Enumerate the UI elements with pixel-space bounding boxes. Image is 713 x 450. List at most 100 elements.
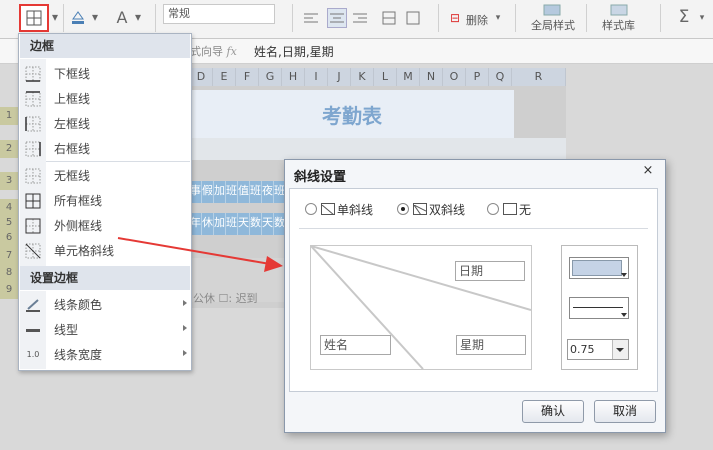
- border-button[interactable]: [19, 4, 49, 32]
- menu-item-label: 右框线: [54, 142, 91, 156]
- option-label: 双斜线: [429, 202, 466, 217]
- option-none[interactable]: 无: [487, 200, 531, 218]
- column-header[interactable]: O: [443, 68, 466, 86]
- delete-dropdown-icon[interactable]: ▾: [494, 12, 502, 24]
- option-double-diagonal[interactable]: 双斜线: [397, 200, 465, 218]
- submenu-arrow-icon: [183, 300, 187, 306]
- header-cell[interactable]: 夜: [262, 181, 274, 203]
- column-header[interactable]: N: [420, 68, 443, 86]
- menu-item-cell-diagonal[interactable]: 单元格斜线: [20, 238, 190, 263]
- menu-item-line-width[interactable]: 1.0 线条宽度: [20, 342, 190, 367]
- global-style-label[interactable]: 全局样式: [531, 17, 575, 33]
- menu-item-border-top[interactable]: 上框线: [20, 86, 190, 111]
- radio-double[interactable]: [397, 203, 409, 215]
- option-single-diagonal[interactable]: 单斜线: [305, 200, 373, 218]
- header-cell[interactable]: 天: [262, 213, 274, 235]
- week-field[interactable]: 星期: [456, 335, 526, 355]
- column-header[interactable]: R: [512, 68, 566, 86]
- column-header[interactable]: P: [466, 68, 489, 86]
- divider: [299, 228, 648, 229]
- line-type-picker[interactable]: [569, 297, 629, 319]
- menu-item-line-color[interactable]: 线条颜色: [20, 292, 190, 317]
- header-cell[interactable]: 值: [238, 181, 250, 203]
- menu-section-set-border: 设置边框: [20, 266, 190, 290]
- menu-item-border-right[interactable]: 右框线: [20, 136, 190, 161]
- footer-text: 公休: [193, 292, 215, 305]
- column-header[interactable]: E: [213, 68, 236, 86]
- align-left-icon[interactable]: [303, 10, 319, 26]
- delete-label[interactable]: 删除: [466, 12, 488, 28]
- line-width-select[interactable]: 0.75: [567, 339, 629, 360]
- column-header[interactable]: L: [374, 68, 397, 86]
- row-number[interactable]: 3: [0, 172, 18, 190]
- merge-cells-icon[interactable]: [381, 10, 397, 26]
- header-cell[interactable]: 班: [226, 213, 238, 235]
- menu-item-border-outside[interactable]: 外侧框线: [20, 213, 190, 238]
- formula-input[interactable]: 姓名,日期,星期: [254, 43, 334, 60]
- line-color-picker[interactable]: [569, 257, 629, 279]
- delete-icon[interactable]: ⊟: [447, 10, 463, 26]
- name-field[interactable]: 姓名: [320, 335, 391, 355]
- more-dropdown-icon[interactable]: ▾: [697, 12, 707, 24]
- row-number[interactable]: 1: [0, 107, 18, 125]
- radio-none[interactable]: [487, 203, 499, 215]
- menu-item-border-left[interactable]: 左框线: [20, 111, 190, 136]
- align-center-icon[interactable]: [327, 8, 347, 28]
- menu-item-border-all[interactable]: 所有框线: [20, 188, 190, 213]
- column-header[interactable]: D: [190, 68, 213, 86]
- column-header[interactable]: K: [351, 68, 374, 86]
- line-width-value: 0.75: [570, 343, 595, 356]
- radio-single[interactable]: [305, 203, 317, 215]
- header-cell[interactable]: 班: [250, 181, 262, 203]
- global-style-icon[interactable]: [542, 2, 562, 18]
- column-header[interactable]: M: [397, 68, 420, 86]
- line-sample: [573, 307, 623, 308]
- column-header[interactable]: F: [236, 68, 259, 86]
- column-header[interactable]: I: [305, 68, 328, 86]
- number-format-select[interactable]: 常规: [163, 4, 275, 24]
- wrap-text-icon[interactable]: [405, 10, 421, 26]
- header-cell[interactable]: 休: [202, 213, 214, 235]
- row-number[interactable]: 2: [0, 140, 18, 158]
- cell-diagonal-icon: [24, 242, 42, 260]
- option-label: 单斜线: [337, 202, 374, 217]
- chevron-down-icon: [621, 313, 627, 317]
- row-number[interactable]: 6: [0, 229, 18, 247]
- menu-item-line-style[interactable]: 线型: [20, 317, 190, 342]
- header-cell[interactable]: 加: [214, 213, 226, 235]
- column-header[interactable]: H: [282, 68, 305, 86]
- align-right-icon[interactable]: [352, 10, 368, 26]
- header-cell[interactable]: 天: [238, 213, 250, 235]
- formula-wizard-label[interactable]: 式向导 fx: [190, 43, 237, 59]
- ok-button[interactable]: 确认: [522, 400, 584, 423]
- row-number[interactable]: 8: [0, 264, 18, 282]
- fill-color-icon[interactable]: [69, 8, 87, 26]
- style-library-label[interactable]: 样式库: [602, 17, 635, 33]
- fill-dropdown-arrow-icon[interactable]: ▾: [90, 10, 100, 24]
- menu-item-label: 无框线: [54, 169, 91, 183]
- menu-item-border-none[interactable]: 无框线: [20, 163, 190, 188]
- close-icon[interactable]: ×: [640, 163, 656, 179]
- fx-icon: fx: [226, 45, 237, 58]
- cancel-button[interactable]: 取消: [594, 400, 656, 423]
- header-cell[interactable]: 加: [214, 181, 226, 203]
- header-cell[interactable]: 假: [202, 181, 214, 203]
- border-dropdown-arrow-icon[interactable]: ▾: [50, 10, 60, 24]
- sheet-title-cell[interactable]: 考勤表: [190, 90, 514, 138]
- date-field[interactable]: 日期: [455, 261, 525, 281]
- chevron-down-icon[interactable]: [612, 340, 628, 359]
- header-cell[interactable]: 班: [226, 181, 238, 203]
- footer-cell[interactable]: 公休 ☐: 迟到: [193, 290, 258, 306]
- column-header[interactable]: G: [259, 68, 282, 86]
- header-cell[interactable]: 数: [250, 213, 262, 235]
- row-number[interactable]: 9: [0, 281, 18, 299]
- sum-icon[interactable]: Σ: [675, 6, 693, 28]
- font-color-dropdown-icon[interactable]: ▾: [133, 10, 143, 24]
- column-header[interactable]: Q: [489, 68, 512, 86]
- style-library-icon[interactable]: [609, 2, 629, 18]
- menu-item-border-bottom[interactable]: 下框线: [20, 61, 190, 86]
- footer-text-2: 迟到: [235, 292, 258, 305]
- row-number[interactable]: 7: [0, 247, 18, 265]
- column-header[interactable]: J: [328, 68, 351, 86]
- font-color-icon[interactable]: A: [112, 6, 132, 28]
